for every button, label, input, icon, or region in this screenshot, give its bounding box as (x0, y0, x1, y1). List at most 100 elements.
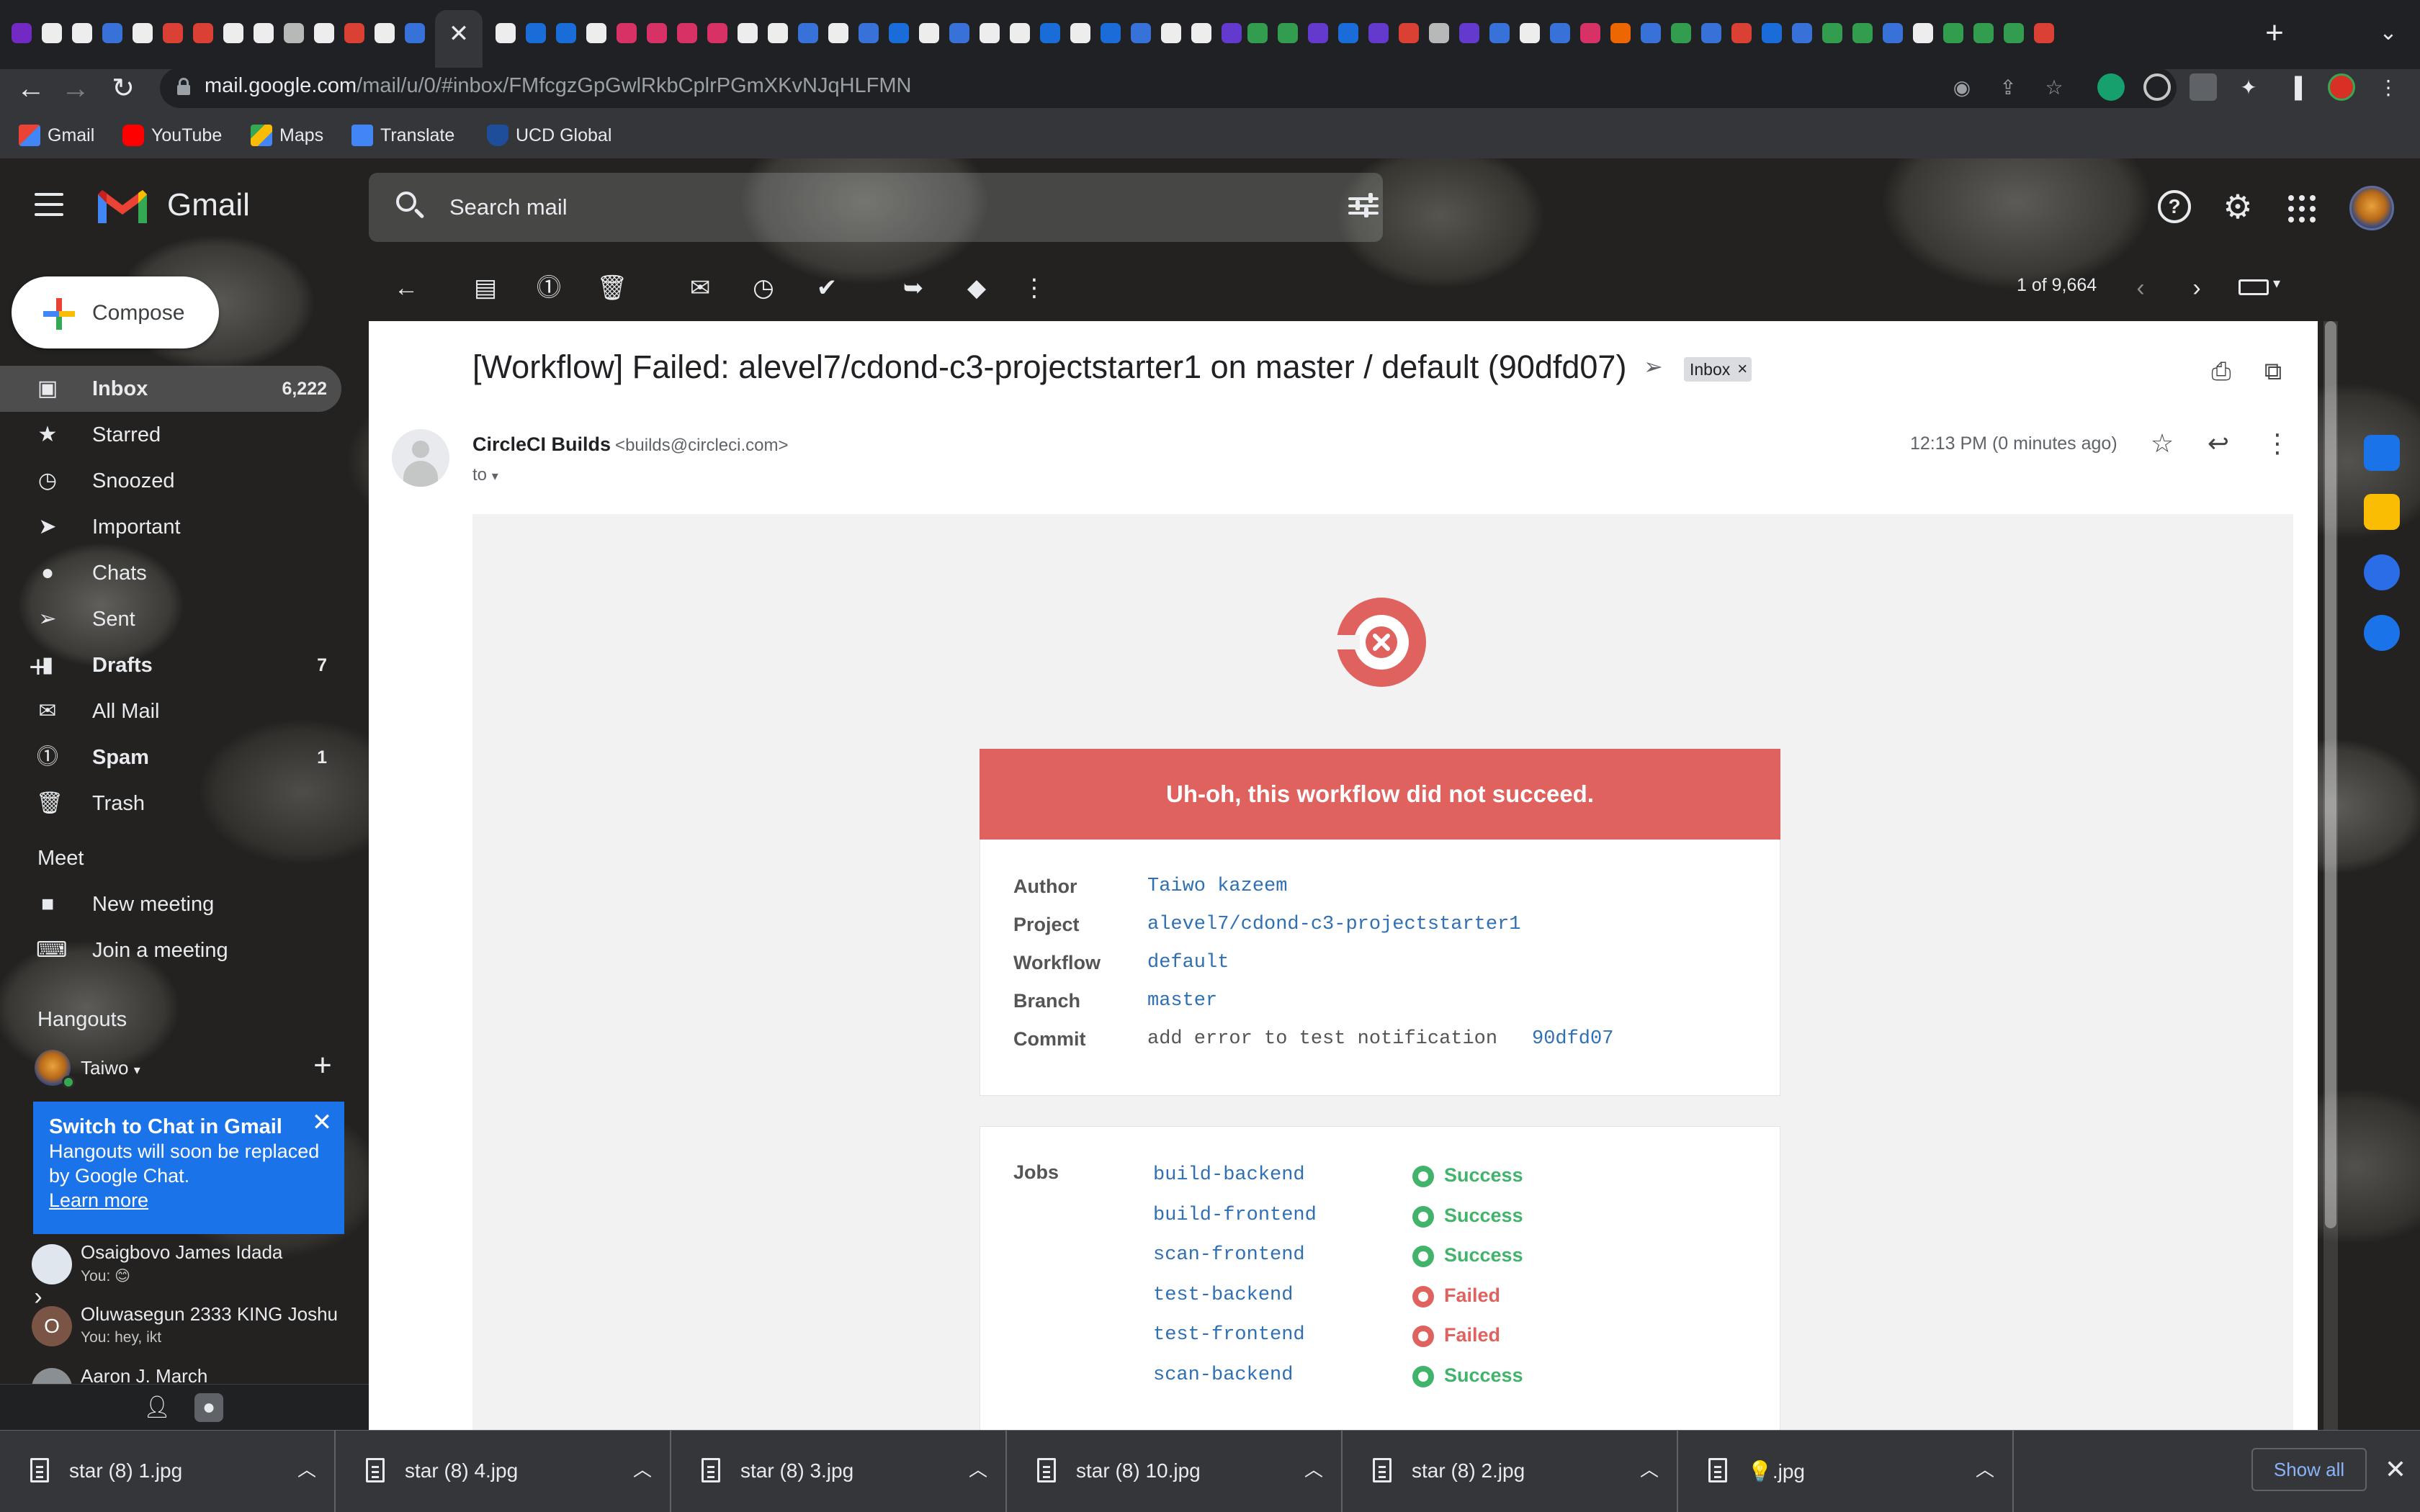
tab-favicon[interactable] (496, 23, 516, 43)
download-item[interactable]: star (8) 2.jpg ︿ (1343, 1431, 1678, 1512)
search-icon[interactable] (395, 190, 426, 222)
bookmark-translate[interactable]: Translate (351, 122, 454, 148)
tab-favicon[interactable] (405, 23, 425, 43)
add-to-tasks-icon[interactable]: ✔ (811, 272, 843, 304)
tab-favicon[interactable] (1852, 23, 1873, 43)
tab-favicon[interactable] (314, 23, 334, 43)
tab-favicon[interactable] (1701, 23, 1721, 43)
back-to-inbox-icon[interactable]: ← (390, 272, 422, 304)
nav-starred[interactable]: ★ Starred (0, 412, 341, 458)
job-name-link[interactable]: build-backend (1153, 1164, 1305, 1186)
browser-menu-icon[interactable]: ⋮ (2375, 75, 2401, 101)
keep-icon[interactable] (2364, 494, 2400, 530)
download-item[interactable]: star (8) 10.jpg ︿ (1007, 1431, 1343, 1512)
tab-favicon[interactable] (1131, 23, 1151, 43)
tab-favicon[interactable] (1671, 23, 1691, 43)
tab-favicon[interactable] (859, 23, 879, 43)
tab-favicon[interactable] (1731, 23, 1752, 43)
tab-favicon[interactable] (1070, 23, 1090, 43)
tab-favicon[interactable] (798, 23, 818, 43)
archive-icon[interactable]: ▤ (470, 272, 501, 304)
chevron-up-icon[interactable]: ︿ (1973, 1458, 1996, 1481)
contact-item[interactable]: O Oluwasegun 2333 KING Joshu You: hey, i… (32, 1300, 349, 1351)
main-menu-icon[interactable] (35, 193, 63, 216)
search-options-icon[interactable] (1348, 193, 1379, 219)
bookmark-maps[interactable]: Maps (251, 122, 323, 148)
print-icon[interactable]: ⎙ (2207, 357, 2236, 386)
google-apps-icon[interactable] (2283, 190, 2316, 223)
tab-favicon[interactable] (1973, 23, 1994, 43)
add-addon-icon[interactable]: + (20, 649, 56, 685)
recipient-details[interactable]: to ▾ (472, 465, 498, 485)
expand-side-panel-icon[interactable]: › (20, 1279, 56, 1315)
tab-favicon[interactable] (133, 23, 153, 43)
tab-favicon[interactable] (1161, 23, 1181, 43)
tab-favicon[interactable] (344, 23, 364, 43)
tab-favicon[interactable] (1191, 23, 1211, 43)
tab-favicon[interactable] (254, 23, 274, 43)
tab-favicon[interactable] (42, 23, 62, 43)
tab-favicon[interactable] (1101, 23, 1121, 43)
tab-favicon[interactable] (1040, 23, 1060, 43)
tab-favicon[interactable] (375, 23, 395, 43)
tab-favicon[interactable] (677, 23, 697, 43)
tab-favicon[interactable] (72, 23, 92, 43)
eye-icon[interactable]: ◉ (1949, 75, 1975, 101)
more-options-icon[interactable]: ⋮ (1018, 272, 1050, 304)
contact-item[interactable]: Osaigbovo James Idada You: 😊 (32, 1238, 349, 1289)
tab-favicon[interactable] (828, 23, 848, 43)
side-panel-icon[interactable]: ▐ (2282, 75, 2308, 101)
forward-icon[interactable]: → (58, 71, 94, 107)
tab-favicon[interactable] (1762, 23, 1782, 43)
contact-item[interactable]: Aaron J. March (32, 1362, 349, 1384)
join-meeting-button[interactable]: ⌨ Join a meeting (0, 927, 341, 973)
snooze-clock-icon[interactable]: ◷ (748, 272, 779, 304)
nav-sent[interactable]: ➢ Sent (0, 596, 341, 642)
tab-favicon[interactable] (1580, 23, 1600, 43)
sender-name[interactable]: CircleCI Builds <builds@circleci.com> (472, 433, 789, 456)
download-item[interactable]: star (8) 3.jpg ︿ (671, 1431, 1007, 1512)
lock-icon[interactable] (177, 78, 190, 95)
older-chevron-icon[interactable]: › (2181, 272, 2213, 304)
contacts-person-icon[interactable]: 👤︎ (143, 1393, 171, 1422)
new-conversation-icon[interactable]: + (305, 1048, 340, 1083)
tab-favicon[interactable] (1520, 23, 1540, 43)
tab-favicon[interactable] (1822, 23, 1842, 43)
tab-favicon[interactable] (768, 23, 788, 43)
tab-favicon[interactable] (1883, 23, 1903, 43)
more-vert-icon[interactable]: ⋮ (2262, 428, 2293, 459)
tab-favicon[interactable] (1338, 23, 1358, 43)
star-icon[interactable]: ☆ (2146, 428, 2178, 459)
tab-favicon[interactable] (526, 23, 546, 43)
chevron-up-icon[interactable]: ︿ (631, 1458, 654, 1481)
tab-favicon[interactable] (1641, 23, 1661, 43)
account-avatar[interactable] (2349, 186, 2394, 230)
tab-favicon[interactable] (617, 23, 637, 43)
delete-icon[interactable]: 🗑 (596, 272, 628, 304)
tab-favicon[interactable] (647, 23, 667, 43)
tab-favicon[interactable] (1429, 23, 1449, 43)
tab-favicon[interactable] (980, 23, 1000, 43)
job-name-link[interactable]: build-frontend (1153, 1205, 1317, 1226)
nav-chats[interactable]: ● Chats (0, 550, 341, 596)
tab-favicon[interactable] (1399, 23, 1419, 43)
reload-icon[interactable]: ↻ (105, 71, 141, 107)
scrollbar-thumb[interactable] (2325, 321, 2336, 1228)
tab-favicon[interactable] (1489, 23, 1510, 43)
share-icon[interactable]: ⇪ (1995, 75, 2021, 101)
reply-icon[interactable]: ↩ (2202, 428, 2234, 459)
tab-favicon[interactable] (2034, 23, 2054, 43)
bookmark-ucd-global[interactable]: UCD Global (487, 122, 611, 148)
download-item[interactable]: star (8) 4.jpg ︿ (336, 1431, 671, 1512)
extension-icon[interactable] (2143, 73, 2171, 101)
contacts-icon[interactable] (2364, 615, 2400, 651)
new-meeting-button[interactable]: ■ New meeting (0, 881, 341, 927)
chevron-up-icon[interactable]: ︿ (1302, 1458, 1325, 1481)
project-link[interactable]: alevel7/cdond-c3-projectstarter1 (1147, 914, 1520, 935)
close-icon[interactable]: ✕ (311, 1110, 333, 1135)
tab-favicon[interactable] (1943, 23, 1963, 43)
open-in-new-window-icon[interactable]: ⧉ (2259, 357, 2287, 386)
tab-favicon[interactable] (556, 23, 576, 43)
hangouts-user[interactable]: Taiwo ▾ (35, 1047, 337, 1089)
tab-favicon[interactable] (193, 23, 213, 43)
